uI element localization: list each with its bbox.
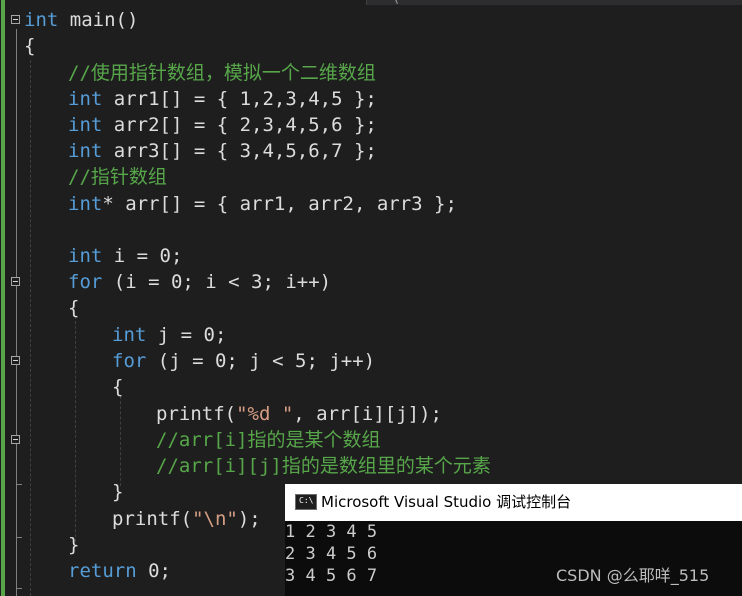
comment-token: //指针数组 <box>68 166 167 188</box>
screenshot-root: ( int main(){//使用指针数组，模拟一个二维数组int arr1[]… <box>0 0 742 596</box>
code-line[interactable]: { <box>24 34 35 58</box>
keyword-token: int <box>24 9 59 31</box>
collapse-icon[interactable] <box>11 356 20 365</box>
code-line[interactable]: int arr2[] = { 2,3,4,5,6 }; <box>68 113 377 137</box>
code-token: } <box>112 481 124 503</box>
console-app-icon: C:\ <box>295 494 317 510</box>
collapse-icon[interactable] <box>11 277 20 286</box>
code-token: printf( <box>156 403 237 425</box>
code-line[interactable]: } <box>68 533 79 557</box>
indent-guide <box>75 316 76 542</box>
code-line[interactable]: } <box>112 480 123 504</box>
code-token: * arr[] = { arr1, arr2, arr3 }; <box>102 193 457 215</box>
code-token: { <box>24 35 36 57</box>
code-token: main() <box>58 9 139 31</box>
code-line[interactable]: for (j = 0; j < 5; j++) <box>112 349 375 373</box>
keyword-token: int <box>68 140 103 162</box>
code-line[interactable]: int arr1[] = { 1,2,3,4,5 }; <box>68 87 377 111</box>
string-token: "\n" <box>192 508 238 530</box>
code-line[interactable]: //arr[i][j]指的是数组里的某个元素 <box>156 454 491 478</box>
console-output-line: 2 3 4 5 6 <box>285 544 378 564</box>
code-line[interactable]: int main() <box>24 8 138 32</box>
code-line[interactable]: return 0; <box>68 559 171 583</box>
code-line[interactable]: int j = 0; <box>112 323 226 347</box>
code-token: arr2[] = { 2,3,4,5,6 }; <box>102 114 377 136</box>
comment-token: //arr[i]指的是某个数组 <box>156 429 381 451</box>
keyword-token: for <box>68 271 103 293</box>
keyword-token: return <box>68 560 137 582</box>
code-token: arr1[] = { 1,2,3,4,5 }; <box>102 88 377 110</box>
code-line[interactable]: //指针数组 <box>68 165 167 189</box>
console-title: Microsoft Visual Studio 调试控制台 <box>321 493 572 511</box>
code-token: 0; <box>136 560 171 582</box>
comment-token: //arr[i][j]指的是数组里的某个元素 <box>156 455 491 477</box>
console-output-line: 1 2 3 4 5 <box>285 522 378 542</box>
outline-fold-line <box>16 29 17 596</box>
code-token: j = 0; <box>146 324 227 346</box>
editor-top-tab-fragment: ( <box>392 0 400 6</box>
code-token: } <box>68 534 80 556</box>
code-token: ); <box>237 508 261 530</box>
code-line[interactable]: { <box>68 296 79 320</box>
csdn-watermark: CSDN @么耶咩_515 <box>556 566 710 585</box>
code-token: (j = 0; j < 5; j++) <box>146 350 376 372</box>
code-line[interactable]: //使用指针数组，模拟一个二维数组 <box>68 61 376 85</box>
code-token: printf( <box>112 508 193 530</box>
code-token: arr3[] = { 3,4,5,6,7 }; <box>102 140 377 162</box>
string-token: "%d " <box>236 403 294 425</box>
code-line[interactable]: int arr3[] = { 3,4,5,6,7 }; <box>68 139 377 163</box>
code-line[interactable]: int* arr[] = { arr1, arr2, arr3 }; <box>68 192 457 216</box>
console-output-line: 3 4 5 6 7 <box>285 566 378 586</box>
code-line[interactable]: //arr[i]指的是某个数组 <box>156 428 381 452</box>
fold-end-tick <box>16 537 22 538</box>
keyword-token: int <box>112 324 147 346</box>
console-icon-label: C:\ <box>299 496 314 505</box>
keyword-token: int <box>68 193 103 215</box>
code-token: { <box>112 376 124 398</box>
code-token: i = 0; <box>102 245 183 267</box>
code-token: , arr[i][j]); <box>293 403 442 425</box>
code-line[interactable]: printf("%d ", arr[i][j]); <box>156 402 442 426</box>
comment-token: //使用指针数组，模拟一个二维数组 <box>68 62 376 84</box>
code-token: { <box>68 297 80 319</box>
indent-guide <box>120 396 121 486</box>
code-line[interactable]: int i = 0; <box>68 244 182 268</box>
collapse-icon[interactable] <box>11 15 20 24</box>
code-line[interactable]: { <box>112 375 123 399</box>
editor-top-tab-strip <box>366 0 742 5</box>
collapse-icon[interactable] <box>11 435 20 444</box>
change-tracking-bar <box>1 0 5 596</box>
keyword-token: int <box>68 245 103 267</box>
keyword-token: int <box>68 114 103 136</box>
fold-end-tick <box>16 588 22 589</box>
keyword-token: for <box>112 350 147 372</box>
code-line[interactable]: printf("\n"); <box>112 507 261 531</box>
console-title-bar[interactable]: C:\ Microsoft Visual Studio 调试控制台 <box>285 484 742 521</box>
code-token: (i = 0; i < 3; i++) <box>102 271 332 293</box>
code-line[interactable]: for (i = 0; i < 3; i++) <box>68 270 331 294</box>
fold-end-tick <box>16 484 22 485</box>
indent-guide <box>30 60 31 596</box>
keyword-token: int <box>68 88 103 110</box>
